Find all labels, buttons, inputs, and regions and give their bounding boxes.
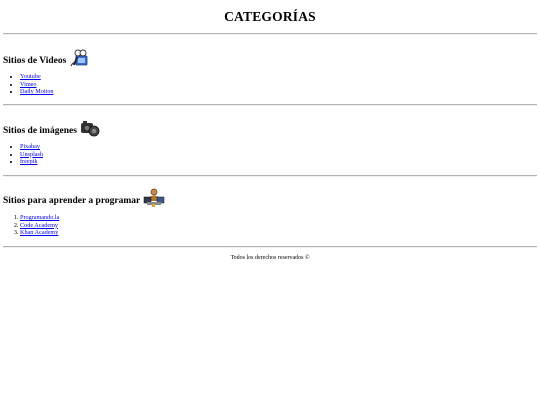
section-heading-text: Sitios de imágenes: [3, 126, 77, 136]
section-images: Sitios de imágenes Pixabay Unsplash free…: [3, 106, 537, 175]
link-pixabay[interactable]: Pixabay: [20, 143, 40, 150]
footer-text: Todos los derechos reservados ©: [230, 255, 310, 261]
images-link-list: Pixabay Unsplash freepik: [3, 143, 537, 166]
section-heading-programming: Sitios para aprender a programar: [3, 177, 537, 208]
list-item: Pixabay: [20, 143, 537, 151]
link-unsplash[interactable]: Unsplash: [20, 151, 43, 158]
page-footer: Todos los derechos reservados ©: [3, 248, 537, 261]
link-freepik[interactable]: freepik: [20, 158, 38, 165]
programming-link-list: Programando.la Code Academy Khan Academy: [3, 214, 537, 237]
list-item: Programando.la: [20, 214, 537, 222]
list-item: Unsplash: [20, 151, 537, 159]
section-heading-text: Sitios de Videos: [3, 56, 67, 66]
video-camera-icon: [69, 48, 89, 68]
link-programando-la[interactable]: Programando.la: [20, 214, 59, 221]
section-heading-images: Sitios de imágenes: [3, 106, 537, 138]
list-item: Khan Academy: [20, 229, 537, 237]
list-item: freepik: [20, 158, 537, 166]
page-title: CATEGORÍAS: [224, 9, 316, 24]
section-programming: Sitios para aprender a programar Program…: [3, 177, 537, 246]
programmer-icon: [143, 188, 165, 208]
list-item: Youtube: [20, 73, 537, 81]
list-item: Code Academy: [20, 222, 537, 230]
section-heading-videos: Sitios de Videos: [3, 35, 537, 68]
link-code-academy[interactable]: Code Academy: [20, 222, 58, 229]
link-youtube[interactable]: Youtube: [20, 73, 41, 80]
photo-camera-icon: [80, 118, 100, 138]
videos-link-list: Youtube Vimeo Daily Motion: [3, 73, 537, 96]
section-videos: Sitios de Videos Youtube Vimeo Daily Mot…: [3, 35, 537, 104]
list-item: Vimeo: [20, 81, 537, 89]
link-khan-academy[interactable]: Khan Academy: [20, 229, 58, 236]
list-item: Daily Motion: [20, 88, 537, 96]
link-daily-motion[interactable]: Daily Motion: [20, 88, 54, 95]
link-vimeo[interactable]: Vimeo: [20, 81, 36, 88]
page: CATEGORÍAS Sitios de Videos Youtube Vime…: [0, 0, 540, 261]
section-heading-text: Sitios para aprender a programar: [3, 196, 141, 206]
